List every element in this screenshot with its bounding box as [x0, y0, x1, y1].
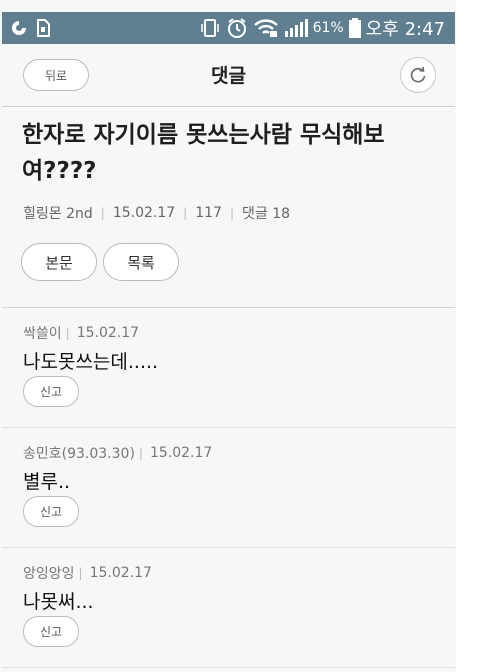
status-bar: 61% 오후 2:47	[2, 12, 455, 44]
comment-author: 앙잉앙잉	[23, 566, 75, 582]
post-views: 117	[195, 205, 222, 221]
comment-date: 15.02.17	[149, 445, 213, 461]
alarm-icon	[227, 18, 246, 38]
divider: |	[138, 446, 143, 460]
list-item: 송민호(93.03.30) | 15.02.17 별루.. 신고	[2, 428, 455, 548]
report-button[interactable]: 신고	[23, 496, 79, 527]
comment-meta: 송민호(93.03.30) | 15.02.17	[23, 443, 212, 463]
comment-date: 15.02.17	[89, 565, 152, 581]
wifi-icon	[253, 19, 278, 37]
post-summary: 한자로 자기이름 못쓰는사람 무식해보여???? 힐링몬 2nd | 15.02…	[2, 107, 455, 308]
divider: |	[65, 326, 70, 340]
carrier-icon	[12, 21, 26, 35]
report-button[interactable]: 신고	[23, 616, 79, 647]
app-header: 뒤로 댓글	[2, 44, 455, 107]
page-title: 댓글	[211, 65, 246, 87]
divider: |	[183, 206, 188, 220]
refresh-button[interactable]	[400, 57, 436, 93]
post-title: 한자로 자기이름 못쓰는사람 무식해보여????	[22, 122, 385, 184]
post-date: 15.02.17	[112, 205, 176, 221]
comment-author: 싹쓸이	[23, 326, 62, 342]
body-button[interactable]: 본문	[21, 243, 97, 281]
comment-date: 15.02.17	[76, 325, 140, 341]
post-meta: 힐링몬 2nd | 15.02.17 | 117 | 댓글 18	[23, 203, 290, 223]
post-author: 힐링몬 2nd	[23, 206, 93, 222]
vibrate-icon	[200, 19, 219, 37]
divider: |	[229, 206, 234, 220]
list-button[interactable]: 목록	[103, 243, 179, 281]
clock: 오후 2:47	[365, 19, 445, 40]
sim-icon	[37, 19, 50, 37]
divider: |	[100, 206, 105, 220]
comment-text: 별루..	[23, 471, 71, 493]
divider: |	[78, 566, 83, 580]
report-button[interactable]: 신고	[23, 376, 79, 407]
comment-text: 나도못쓰는데.....	[23, 351, 159, 373]
comment-meta: 싹쓸이 | 15.02.17	[23, 323, 139, 343]
battery-percent: 61%	[312, 20, 344, 36]
comment-author: 송민호(93.03.30)	[23, 446, 135, 462]
list-item: 싹쓸이 | 15.02.17 나도못쓰는데..... 신고	[2, 308, 455, 428]
refresh-icon	[410, 66, 426, 83]
comment-text: 나못써...	[23, 591, 94, 613]
list-item: 앙잉앙잉 | 15.02.17 나못써... 신고	[2, 548, 455, 668]
battery-icon	[348, 18, 361, 38]
screen: 61% 오후 2:47 뒤로 댓글 한자로 자기이름 못쓰는사람 무식해보여??…	[0, 0, 456, 672]
comment-meta: 앙잉앙잉 | 15.02.17	[23, 563, 152, 583]
post-comment-count: 댓글 18	[241, 206, 291, 222]
signal-icon	[284, 19, 308, 37]
